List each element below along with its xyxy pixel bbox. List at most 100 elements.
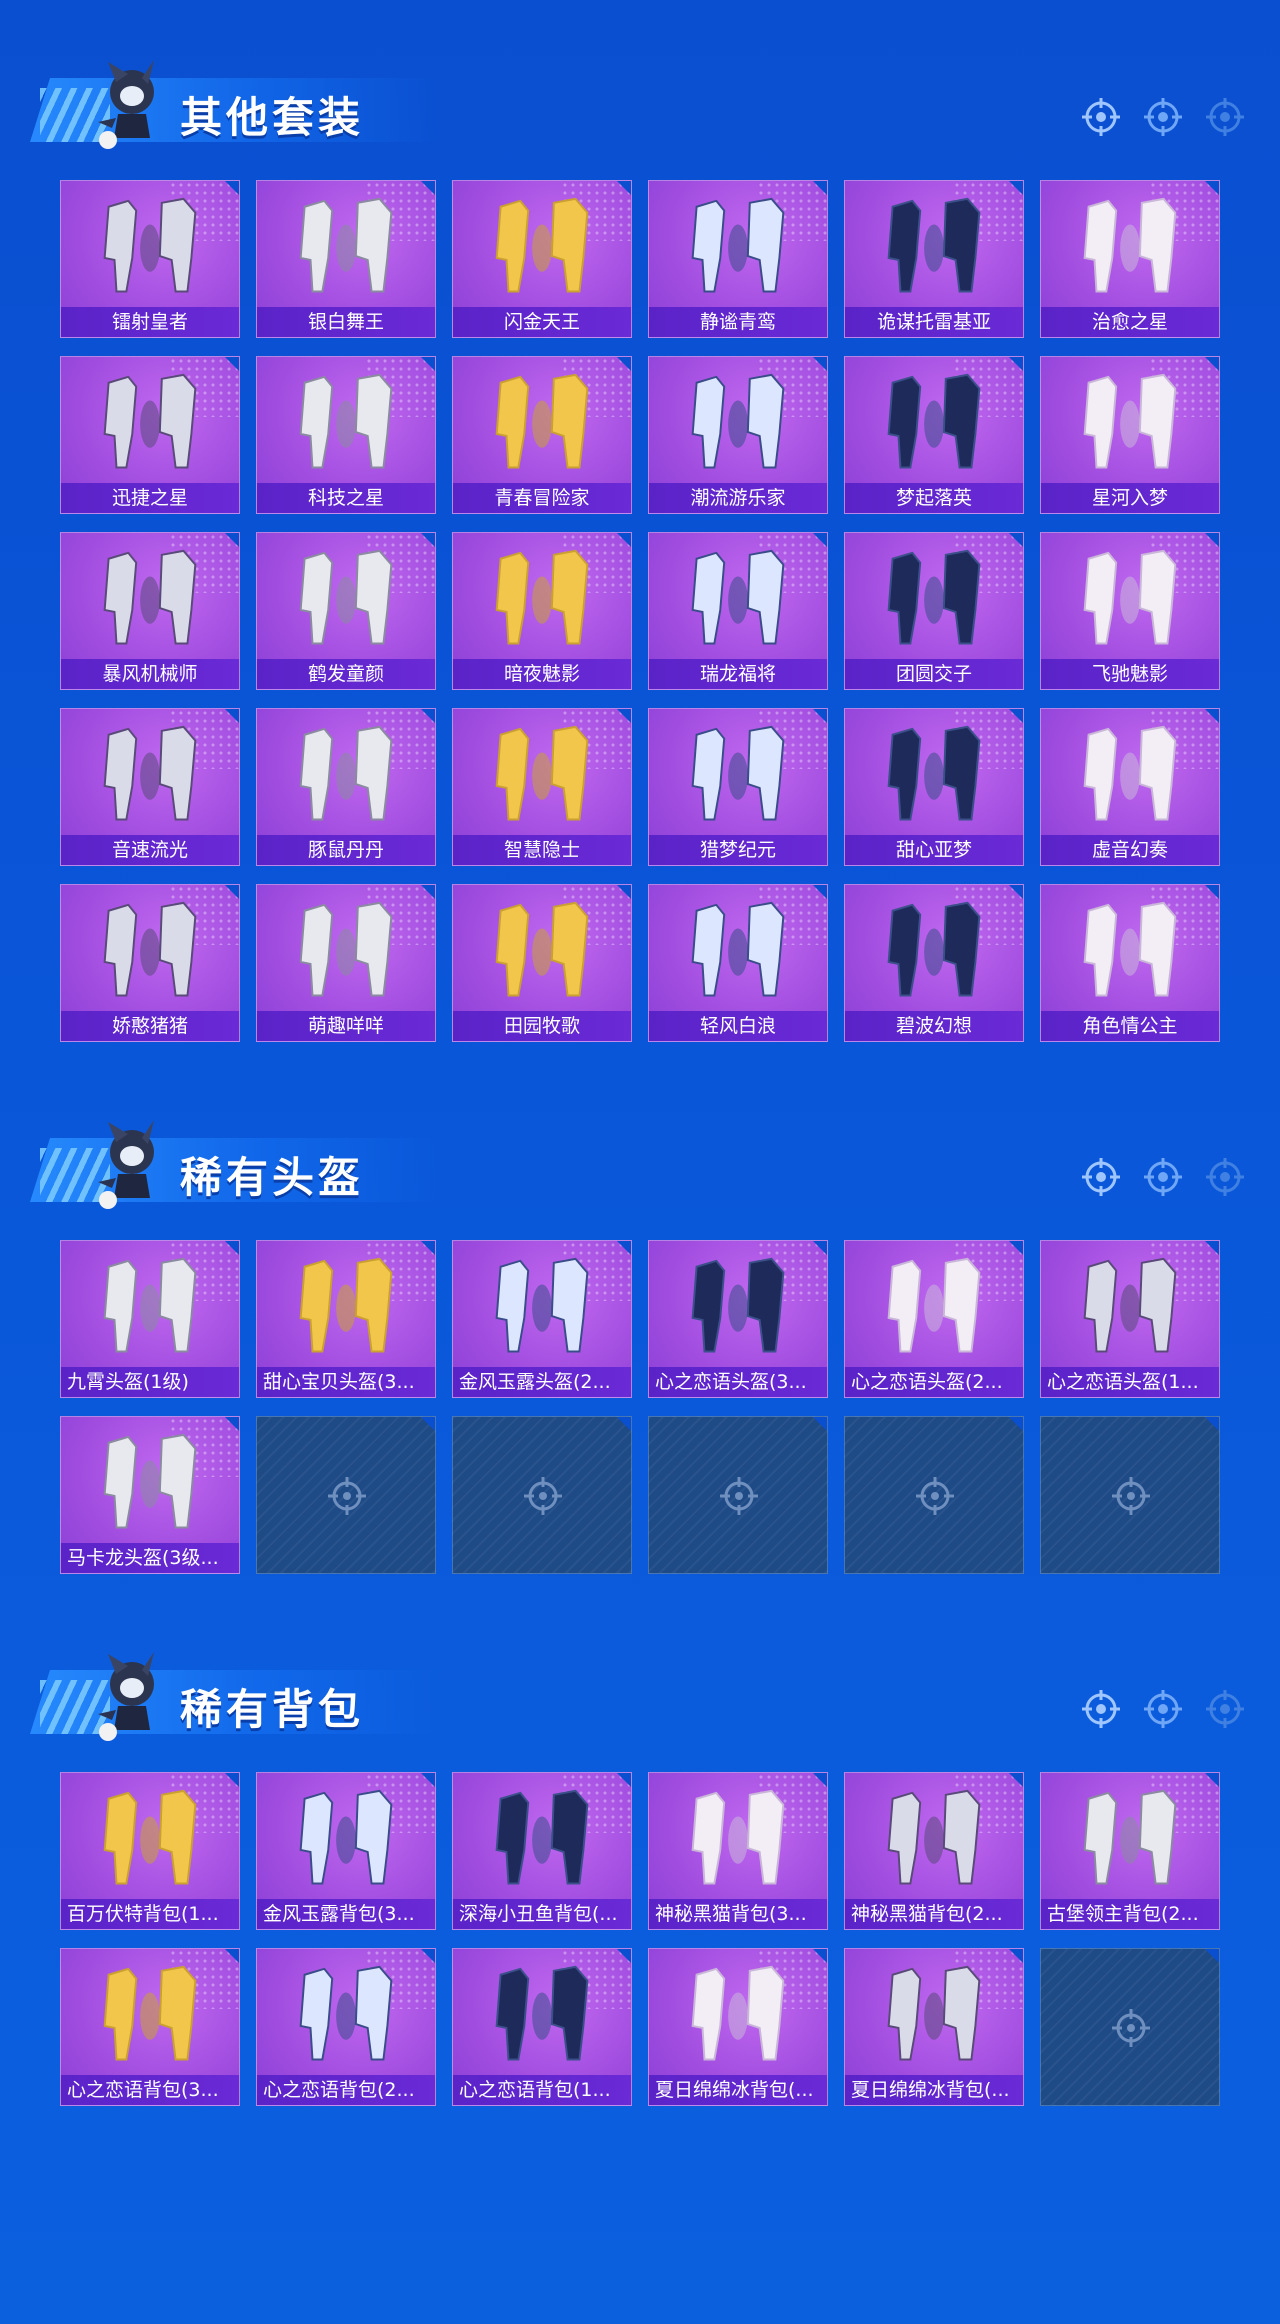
item-card[interactable]: 暗夜魅影 <box>452 532 632 690</box>
item-card[interactable]: 鹤发童颜 <box>256 532 436 690</box>
item-card[interactable]: 心之恋语背包(1... <box>452 1948 632 2106</box>
item-card[interactable]: 瑞龙福将 <box>648 532 828 690</box>
card-corner <box>421 533 435 547</box>
item-card[interactable]: 治愈之星 <box>1040 180 1220 338</box>
item-card[interactable]: 飞驰魅影 <box>1040 532 1220 690</box>
mascot-icon <box>98 1652 154 1741</box>
item-card[interactable]: 静谧青鸾 <box>648 180 828 338</box>
card-corner <box>225 1241 239 1255</box>
card-corner <box>1205 885 1219 899</box>
item-card[interactable]: 心之恋语背包(3... <box>60 1948 240 2106</box>
item-art <box>495 1257 589 1353</box>
empty-slot <box>1040 1948 1220 2106</box>
item-card[interactable]: 金风玉露头盔(2... <box>452 1240 632 1398</box>
item-art <box>495 1965 589 2061</box>
item-card[interactable]: 科技之星 <box>256 356 436 514</box>
item-card[interactable]: 马卡龙头盔(3级... <box>60 1416 240 1574</box>
card-corner <box>1009 1949 1023 1963</box>
item-art <box>1083 725 1177 821</box>
card-corner <box>617 533 631 547</box>
item-grid: 九霄头盔(1级) 甜心宝贝头盔(3... 金风玉露头盔(2... 心之恋语头盔(3..… <box>60 1240 1220 1574</box>
item-card[interactable]: 智慧隐士 <box>452 708 632 866</box>
item-art <box>495 901 589 997</box>
item-label: 金风玉露头盔(2... <box>453 1367 631 1397</box>
item-label: 九霄头盔(1级) <box>61 1367 239 1397</box>
crosshair-icon <box>524 1477 562 1515</box>
card-corner <box>813 1773 827 1787</box>
section-title: 稀有头盔 <box>180 1153 365 1202</box>
item-card[interactable]: 暴风机械师 <box>60 532 240 690</box>
item-card[interactable]: 心之恋语头盔(3... <box>648 1240 828 1398</box>
item-label: 梦起落英 <box>845 483 1023 513</box>
item-card[interactable]: 夏日绵绵冰背包(... <box>844 1948 1024 2106</box>
item-card[interactable]: 心之恋语头盔(2... <box>844 1240 1024 1398</box>
item-card[interactable]: 银白舞王 <box>256 180 436 338</box>
card-corner <box>1009 357 1023 371</box>
crosshair-icon <box>916 1477 954 1515</box>
item-card[interactable]: 猎梦纪元 <box>648 708 828 866</box>
item-label: 猎梦纪元 <box>649 835 827 865</box>
item-card[interactable]: 诡谋托雷基亚 <box>844 180 1024 338</box>
item-card[interactable]: 轻风白浪 <box>648 884 828 1042</box>
item-card[interactable]: 甜心宝贝头盔(3... <box>256 1240 436 1398</box>
item-card[interactable]: 心之恋语头盔(1... <box>1040 1240 1220 1398</box>
item-art <box>691 901 785 997</box>
item-art <box>1083 901 1177 997</box>
item-card[interactable]: 闪金天王 <box>452 180 632 338</box>
item-art <box>299 1789 393 1885</box>
card-corner <box>225 181 239 195</box>
card-corner <box>1205 1241 1219 1255</box>
item-card[interactable]: 梦起落英 <box>844 356 1024 514</box>
item-label: 虚音幻奏 <box>1041 835 1219 865</box>
item-card[interactable]: 碧波幻想 <box>844 884 1024 1042</box>
item-art <box>691 1965 785 2061</box>
item-card[interactable]: 九霄头盔(1级) <box>60 1240 240 1398</box>
crosshair-icon <box>328 1477 366 1515</box>
item-card[interactable]: 神秘黑猫背包(2... <box>844 1772 1024 1930</box>
item-card[interactable]: 团圆交子 <box>844 532 1024 690</box>
item-card[interactable]: 潮流游乐家 <box>648 356 828 514</box>
item-label: 飞驰魅影 <box>1041 659 1219 689</box>
item-card[interactable]: 心之恋语背包(2... <box>256 1948 436 2106</box>
item-art <box>691 373 785 469</box>
item-label: 心之恋语头盔(3... <box>649 1367 827 1397</box>
item-card[interactable]: 青春冒险家 <box>452 356 632 514</box>
card-corner <box>421 709 435 723</box>
item-card[interactable]: 百万伏特背包(1... <box>60 1772 240 1930</box>
crosshair-icon <box>1082 1690 1120 1728</box>
item-card[interactable]: 深海小丑鱼背包(... <box>452 1772 632 1930</box>
item-card[interactable]: 甜心亚梦 <box>844 708 1024 866</box>
card-corner <box>813 709 827 723</box>
item-card[interactable]: 角色情公主 <box>1040 884 1220 1042</box>
crosshair-icon <box>1144 1158 1182 1196</box>
card-corner <box>421 1241 435 1255</box>
item-card[interactable]: 音速流光 <box>60 708 240 866</box>
item-card[interactable]: 田园牧歌 <box>452 884 632 1042</box>
item-label: 迅捷之星 <box>61 483 239 513</box>
card-corner <box>617 1417 631 1431</box>
item-label: 暴风机械师 <box>61 659 239 689</box>
item-card[interactable]: 萌趣咩咩 <box>256 884 436 1042</box>
section-other-outfits: 其他套装 镭射皇者 银白舞王 闪金天王 静谧青鸾 诡谋托雷基亚 治愈之星 迅捷之星 科技之星青… <box>0 40 1280 1042</box>
item-card[interactable]: 娇憨猪猪 <box>60 884 240 1042</box>
item-card[interactable]: 夏日绵绵冰背包(... <box>648 1948 828 2106</box>
item-card[interactable]: 豚鼠丹丹 <box>256 708 436 866</box>
item-card[interactable]: 古堡领主背包(2... <box>1040 1772 1220 1930</box>
item-label: 暗夜魅影 <box>453 659 631 689</box>
item-card[interactable]: 镭射皇者 <box>60 180 240 338</box>
item-label: 星河入梦 <box>1041 483 1219 513</box>
item-label: 心之恋语背包(2... <box>257 2075 435 2105</box>
card-corner <box>813 885 827 899</box>
item-art <box>299 373 393 469</box>
item-art <box>691 549 785 645</box>
item-card[interactable]: 迅捷之星 <box>60 356 240 514</box>
crosshair-icon <box>1206 98 1244 136</box>
item-card[interactable]: 虚音幻奏 <box>1040 708 1220 866</box>
item-card[interactable]: 星河入梦 <box>1040 356 1220 514</box>
item-card[interactable]: 神秘黑猫背包(3... <box>648 1772 828 1930</box>
item-art <box>1083 1257 1177 1353</box>
item-art <box>691 725 785 821</box>
card-corner <box>813 1949 827 1963</box>
item-card[interactable]: 金风玉露背包(3... <box>256 1772 436 1930</box>
item-label: 马卡龙头盔(3级... <box>61 1543 239 1573</box>
